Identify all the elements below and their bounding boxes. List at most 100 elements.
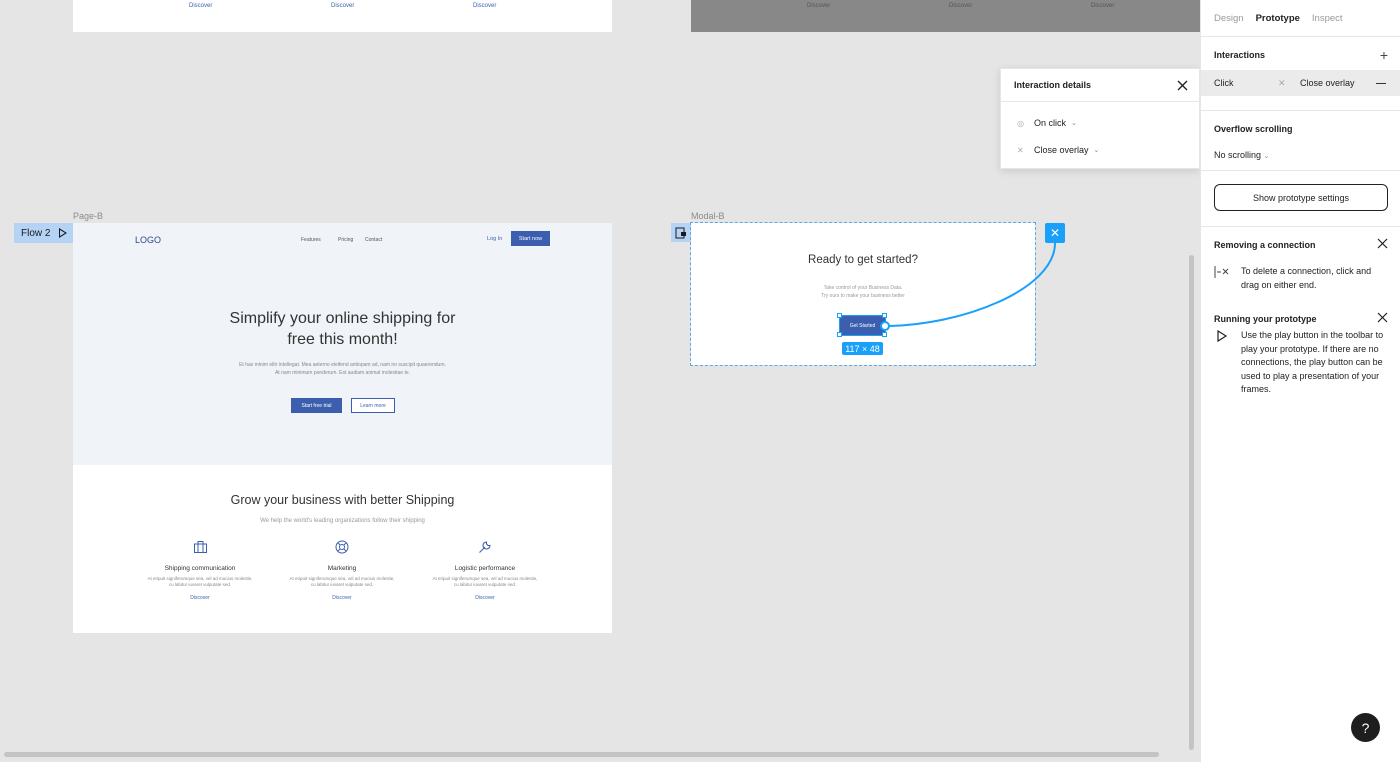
close-action-icon: ✕ bbox=[1017, 145, 1024, 155]
feature-card: Shipping communication At eripuit signif… bbox=[130, 539, 270, 601]
interaction-action: Close overlay bbox=[1300, 78, 1355, 88]
page-b-frame[interactable]: LOGO Features Pricing Contact Log In Sta… bbox=[73, 223, 612, 633]
frame-top-right[interactable]: Discover Discover Discover bbox=[691, 0, 1200, 32]
interaction-trigger: Click bbox=[1214, 78, 1234, 88]
nav-features: Features bbox=[301, 237, 321, 243]
interaction-row[interactable]: Click ✕ Close overlay bbox=[1201, 70, 1400, 96]
close-icon[interactable] bbox=[1377, 238, 1388, 249]
chevron-down-icon: ⌄ bbox=[1093, 147, 1100, 154]
modal-sub-line: Take control of your Business Data. bbox=[823, 285, 903, 291]
frame-label-modal-b[interactable]: Modal-B bbox=[691, 211, 725, 221]
close-overlay-endpoint-icon[interactable]: ✕ bbox=[1045, 223, 1065, 243]
add-interaction-icon[interactable]: + bbox=[1380, 47, 1388, 63]
running-prototype-info: Running your prototype Use the play butt… bbox=[1201, 301, 1400, 421]
discover-link: Discover bbox=[190, 595, 210, 601]
trigger-icon: ◎ bbox=[1017, 118, 1024, 128]
discover-link: Discover bbox=[332, 595, 352, 601]
chevron-down-icon: ⌄ bbox=[1071, 120, 1077, 127]
hero-title-line: free this month! bbox=[287, 331, 398, 348]
flow-label: Flow 2 bbox=[21, 227, 51, 239]
removing-title: Removing a connection bbox=[1214, 240, 1316, 250]
tab-prototype[interactable]: Prototype bbox=[1256, 13, 1300, 24]
grow-title: Grow your business with better Shipping bbox=[230, 493, 455, 507]
discover-link: Discover bbox=[949, 3, 973, 9]
modal-title: Ready to get started? bbox=[808, 254, 918, 266]
overflow-section: Overflow scrolling No scrolling ⌄ bbox=[1201, 110, 1400, 170]
discover-link: Discover bbox=[1091, 3, 1115, 9]
resize-handle[interactable] bbox=[882, 313, 887, 318]
running-text: Use the play button in the toolbar to pl… bbox=[1241, 330, 1384, 394]
popover-title: Interaction details bbox=[1014, 80, 1092, 90]
discover-link: Discover bbox=[473, 3, 497, 9]
trigger-label: On click bbox=[1034, 118, 1067, 128]
resize-handle[interactable] bbox=[882, 332, 887, 337]
modal-subtitle: Take control of your Business Data. Try … bbox=[791, 284, 935, 300]
lifebuoy-icon bbox=[272, 539, 412, 555]
canvas[interactable]: Discover Discover Discover Discover Disc… bbox=[0, 0, 1200, 762]
frame-top-left[interactable]: Discover Discover Discover bbox=[73, 0, 612, 32]
hero-section: LOGO Features Pricing Contact Log In Sta… bbox=[73, 223, 612, 465]
tab-inspect[interactable]: Inspect bbox=[1312, 13, 1343, 24]
running-title: Running your prototype bbox=[1214, 314, 1317, 324]
feature-card: Marketing At eripuit signiferumque sea, … bbox=[272, 539, 412, 601]
frame-label-page-b[interactable]: Page-B bbox=[73, 211, 103, 221]
feature-card: Logistic performance At eripuit signifer… bbox=[415, 539, 555, 601]
login-link: Log In bbox=[487, 236, 503, 242]
hero-sub-line: Et has minim elitr intellegat. Mea aeter… bbox=[239, 362, 446, 368]
dimensions-badge: 117 × 48 bbox=[842, 342, 883, 355]
feature-desc: At eripuit signiferumque sea, vel ad muc… bbox=[415, 576, 555, 592]
feature-desc: At eripuit signiferumque sea, vel ad muc… bbox=[272, 576, 412, 592]
flow-starting-point[interactable]: Flow 2 bbox=[14, 223, 73, 243]
removing-text: To delete a connection, click and drag o… bbox=[1241, 266, 1372, 290]
close-action-icon: ✕ bbox=[1278, 77, 1286, 88]
wrench-icon bbox=[415, 539, 555, 555]
briefcase-icon bbox=[130, 539, 270, 555]
trigger-select[interactable]: ◎ On click ⌄ bbox=[1017, 118, 1077, 128]
discover-link: Discover bbox=[189, 3, 213, 9]
get-started-button[interactable]: Get Started bbox=[839, 315, 886, 336]
hero-title: Simplify your online shipping for free t… bbox=[73, 308, 612, 350]
feature-desc-line: cu labitur iuvaret vulputate sed. bbox=[168, 582, 232, 587]
action-label: Close overlay bbox=[1034, 145, 1089, 155]
remove-connection-icon bbox=[1214, 266, 1229, 278]
properties-panel: Design Prototype Inspect Interactions + … bbox=[1200, 0, 1400, 762]
device-frame-icon[interactable] bbox=[671, 223, 691, 242]
play-icon[interactable] bbox=[59, 228, 68, 238]
feature-title: Logistic performance bbox=[454, 565, 516, 572]
help-button[interactable]: ? bbox=[1351, 713, 1380, 742]
resize-handle[interactable] bbox=[837, 313, 842, 318]
interactions-title: Interactions bbox=[1214, 50, 1266, 60]
resize-handle[interactable] bbox=[837, 332, 842, 337]
remove-interaction-icon[interactable] bbox=[1376, 82, 1386, 84]
vertical-scrollbar[interactable] bbox=[1189, 255, 1194, 750]
overflow-title: Overflow scrolling bbox=[1214, 124, 1293, 134]
close-icon[interactable] bbox=[1377, 312, 1388, 323]
overflow-select[interactable]: No scrolling ⌄ bbox=[1214, 150, 1269, 160]
action-select[interactable]: ✕ Close overlay ⌄ bbox=[1017, 145, 1099, 155]
nav-pricing: Pricing bbox=[338, 237, 354, 243]
overflow-value: No scrolling bbox=[1214, 150, 1262, 160]
hero-sub-line: At nam minimum ponderum. Est audiam anim… bbox=[274, 370, 411, 376]
modal-sub-line: Try ours to make your business better bbox=[821, 293, 905, 299]
removing-connection-info: Removing a connection To delete a connec… bbox=[1201, 226, 1400, 301]
play-icon bbox=[1217, 329, 1228, 343]
feature-desc-line: cu labitur iuvaret vulputate sed. bbox=[310, 582, 374, 587]
discover-link: Discover bbox=[475, 595, 495, 601]
start-trial-button: Start free trial bbox=[291, 398, 342, 413]
horizontal-scrollbar[interactable] bbox=[4, 752, 1159, 757]
chevron-down-icon: ⌄ bbox=[1263, 153, 1270, 160]
prototype-settings-section: Show prototype settings bbox=[1201, 170, 1400, 226]
interactions-section: Interactions + Click ✕ Close overlay bbox=[1201, 36, 1400, 110]
feature-title: Marketing bbox=[327, 565, 357, 572]
panel-tabs: Design Prototype Inspect bbox=[1201, 0, 1400, 36]
hero-title-line: Simplify your online shipping for bbox=[229, 310, 456, 327]
popover-header: Interaction details bbox=[1001, 69, 1199, 102]
logo: LOGO bbox=[135, 235, 162, 245]
show-prototype-settings-button[interactable]: Show prototype settings bbox=[1214, 184, 1388, 211]
learn-more-button: Learn more bbox=[351, 398, 395, 413]
feature-desc-line: cu labitur iuvaret vulputate sed. bbox=[453, 582, 517, 587]
discover-link: Discover bbox=[331, 3, 355, 9]
close-icon[interactable] bbox=[1176, 79, 1189, 92]
start-now-button: Start now bbox=[511, 231, 550, 246]
tab-design[interactable]: Design bbox=[1214, 13, 1244, 24]
